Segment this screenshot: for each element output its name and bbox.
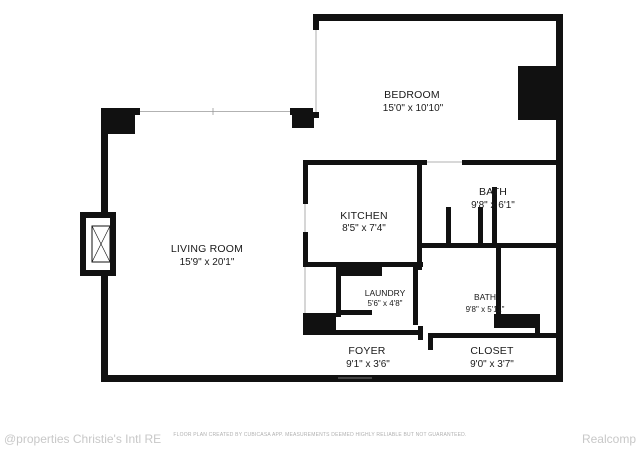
- realcomp-watermark: Realcomp: [581, 432, 636, 446]
- fireplace: [80, 212, 116, 276]
- room-name-bath-lower: BATH: [474, 292, 496, 302]
- floor-plan: BEDROOM 15'0" x 10'10" LIVING ROOM 15'9"…: [80, 14, 563, 382]
- room-name-bath-upper: BATH: [479, 186, 507, 198]
- room-name-bedroom: BEDROOM: [384, 89, 440, 101]
- room-dims-laundry: 5'6" x 4'8": [368, 299, 403, 308]
- room-dims-foyer: 9'1" x 3'6": [346, 359, 390, 370]
- room-dims-closet: 9'0" x 3'7": [470, 359, 514, 370]
- room-name-living-room: LIVING ROOM: [171, 243, 243, 255]
- floorplan-disclaimer: FLOOR PLAN CREATED BY CUBICASA APP. MEAS…: [173, 432, 467, 438]
- room-name-closet: CLOSET: [470, 345, 514, 357]
- room-dims-living-room: 15'9" x 20'1": [180, 257, 235, 268]
- room-name-laundry: LAUNDRY: [365, 288, 406, 298]
- windows: [140, 21, 520, 115]
- room-name-kitchen: KITCHEN: [340, 210, 388, 222]
- room-dims-bath-lower: 9'8" x 5'11": [466, 305, 505, 314]
- interior-walls: [303, 160, 563, 350]
- room-dims-bedroom: 15'0" x 10'10": [383, 103, 444, 114]
- room-name-foyer: FOYER: [348, 345, 385, 357]
- room-dims-kitchen: 8'5" x 7'4": [342, 223, 386, 234]
- room-dims-bath-upper: 9'8" x 6'1": [471, 200, 515, 211]
